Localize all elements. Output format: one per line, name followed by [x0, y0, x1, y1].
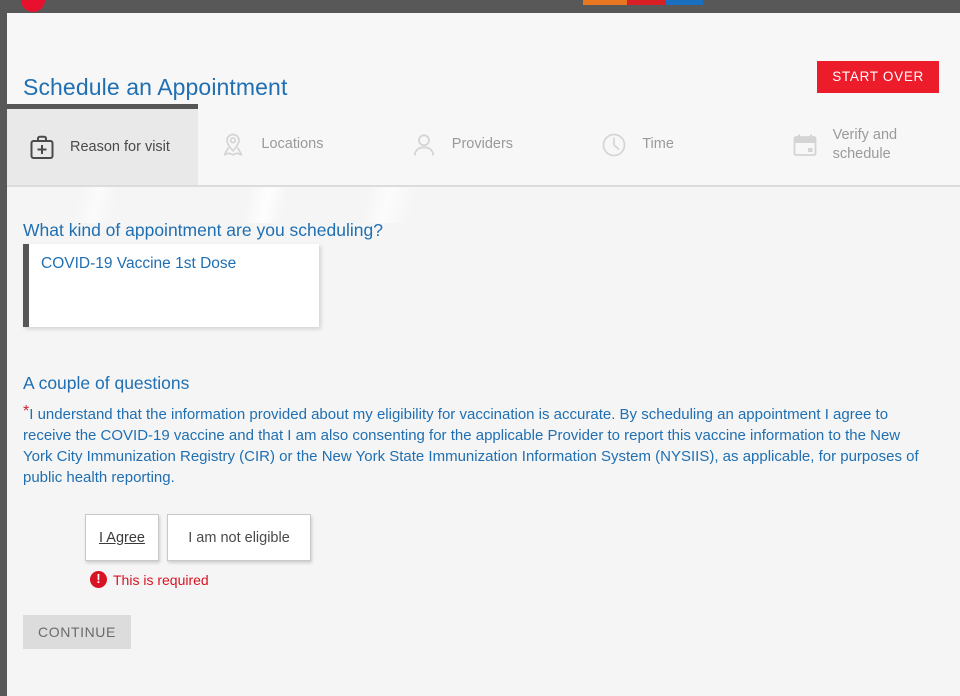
tab-providers[interactable]: Providers	[389, 104, 579, 185]
consent-question: *I understand that the information provi…	[23, 404, 928, 488]
browser-titlebar	[0, 0, 960, 13]
tab-time[interactable]: Time	[579, 104, 769, 185]
page-body: Schedule an Appointment START OVER Reaso…	[7, 13, 960, 696]
map-pin-icon	[217, 129, 249, 161]
tab-locations[interactable]: Locations	[198, 104, 388, 185]
continue-button[interactable]: CONTINUE	[23, 615, 131, 649]
page-header: Schedule an Appointment START OVER	[7, 13, 960, 104]
person-icon	[408, 129, 440, 161]
tab-verify-and-schedule[interactable]: Verify and schedule	[770, 104, 960, 185]
consent-text: I understand that the information provid…	[23, 406, 919, 486]
accent-bar-orange	[583, 0, 627, 5]
accent-bar-red	[627, 0, 666, 5]
page-title: Schedule an Appointment	[23, 74, 288, 101]
i-am-not-eligible-button[interactable]: I am not eligible	[167, 514, 311, 561]
wizard-step-tabs: Reason for visit Locations Providers Tim…	[7, 104, 960, 187]
appointment-type-label: COVID-19 Vaccine 1st Dose	[41, 255, 237, 272]
start-over-button[interactable]: START OVER	[817, 61, 939, 93]
validation-message: ! This is required	[90, 571, 209, 588]
calendar-icon	[789, 129, 821, 161]
error-exclamation-icon: !	[90, 571, 107, 588]
tab-reason-for-visit[interactable]: Reason for visit	[7, 104, 199, 185]
consent-answer-group: I Agree I am not eligible	[85, 514, 311, 561]
accent-bar-blue	[666, 0, 703, 5]
i-agree-button[interactable]: I Agree	[85, 514, 159, 561]
appointment-kind-heading: What kind of appointment are you schedul…	[23, 220, 383, 240]
clock-icon	[598, 129, 630, 161]
questions-heading: A couple of questions	[23, 373, 190, 393]
browser-window: Schedule an Appointment START OVER Reaso…	[0, 0, 960, 696]
browser-left-edge	[0, 13, 7, 696]
tab-label: Providers	[451, 136, 514, 152]
validation-text: This is required	[113, 571, 209, 588]
tab-label: Locations	[261, 136, 324, 152]
medical-bag-plus-icon	[26, 131, 58, 163]
tab-label: Time	[642, 136, 674, 152]
appointment-type-card[interactable]: COVID-19 Vaccine 1st Dose	[23, 244, 319, 327]
tab-label: Verify and schedule	[832, 126, 898, 162]
tab-label: Reason for visit	[70, 138, 170, 155]
